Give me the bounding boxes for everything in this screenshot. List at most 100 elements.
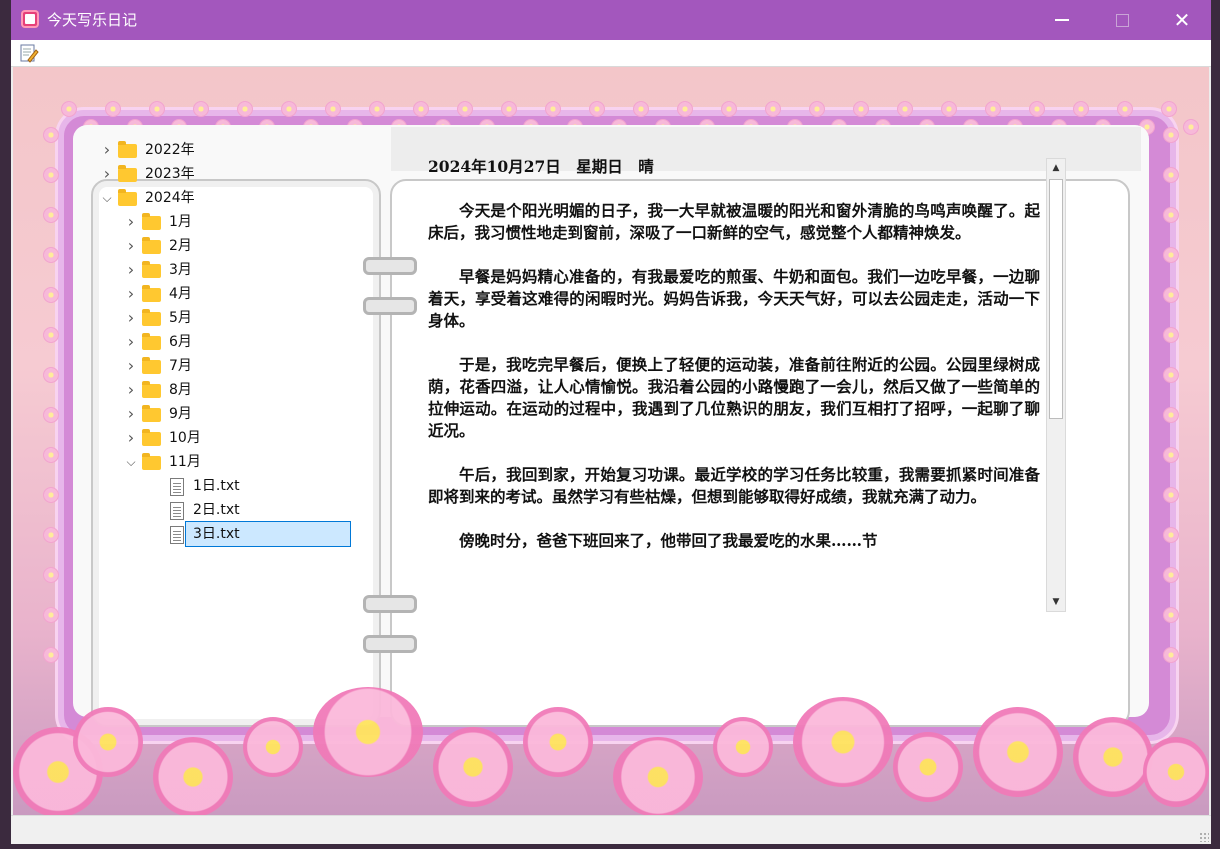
flower-decoration xyxy=(1183,119,1199,135)
text-file-icon xyxy=(170,478,184,496)
flower-decoration xyxy=(1163,167,1179,183)
flower-decoration xyxy=(853,101,869,117)
diary-folder-tree: › 2022年 › 2023年 ⌵ 2024年 › 1月 › 2月 › 3月 › 4月 › 5月 › 6月 › 7月 ›… xyxy=(96,138,356,547)
vertical-scrollbar[interactable]: ▲ ▼ xyxy=(1046,158,1066,612)
chevron-right-icon[interactable]: › xyxy=(124,306,138,330)
flower-decoration xyxy=(43,567,59,583)
diary-paragraph: 傍晚时分，爸爸下班回来了，他带回了我最爱吃的水果……节 xyxy=(459,531,878,550)
flower-decoration xyxy=(1163,127,1179,143)
toolbar xyxy=(11,40,1211,67)
flower-decoration xyxy=(1163,607,1179,623)
chevron-right-icon[interactable]: › xyxy=(124,354,138,378)
tree-item-year[interactable]: › 2022年 xyxy=(96,138,356,162)
flower-decoration xyxy=(43,407,59,423)
tree-item-label: 10月 xyxy=(169,430,201,446)
tree-item-label: 3日.txt xyxy=(193,526,240,542)
flower-decoration xyxy=(1029,101,1045,117)
flower-decoration xyxy=(1161,101,1177,117)
tree-item-month[interactable]: › 4月 xyxy=(96,282,356,306)
scroll-thumb[interactable] xyxy=(1049,179,1063,419)
tree-item-month[interactable]: › 6月 xyxy=(96,330,356,354)
folder-icon xyxy=(142,237,161,254)
folder-icon xyxy=(118,165,137,182)
tree-item-file[interactable]: 2日.txt xyxy=(96,498,356,522)
tree-item-label: 1月 xyxy=(169,214,192,230)
tree-item-month[interactable]: › 1月 xyxy=(96,210,356,234)
chevron-right-icon[interactable]: › xyxy=(100,138,114,162)
tree-item-month[interactable]: › 3月 xyxy=(96,258,356,282)
flower-decoration xyxy=(149,101,165,117)
tree-item-month[interactable]: › 8月 xyxy=(96,378,356,402)
flower-decoration xyxy=(43,447,59,463)
chevron-right-icon[interactable]: › xyxy=(100,162,114,186)
flower-decoration xyxy=(941,101,957,117)
tree-item-month[interactable]: › 9月 xyxy=(96,402,356,426)
flower-decoration xyxy=(1163,407,1179,423)
flower-decoration xyxy=(677,101,693,117)
tree-item-label: 2022年 xyxy=(145,142,195,158)
tree-item-year[interactable]: ⌵ 2024年 xyxy=(96,186,356,210)
diary-paragraphs: 今天是个阳光明媚的日子，我一大早就被温暖的阳光和窗外清脆的鸟鸣声唤醒了。起床后，… xyxy=(428,200,1040,552)
flower-decoration xyxy=(501,101,517,117)
window-title: 今天写乐日记 xyxy=(47,11,138,29)
chevron-down-icon[interactable]: ⌵ xyxy=(124,450,138,474)
tree-item-month[interactable]: › 10月 xyxy=(96,426,356,450)
binder-ring xyxy=(363,297,417,315)
folder-icon xyxy=(142,261,161,278)
flower-decoration xyxy=(1163,207,1179,223)
tree-item-month[interactable]: ⌵ 11月 xyxy=(96,450,356,474)
flower-decoration xyxy=(1117,101,1133,117)
scroll-up-arrow-icon[interactable]: ▲ xyxy=(1047,159,1065,177)
bottom-flower-decoration xyxy=(13,687,1209,815)
maximize-icon xyxy=(1115,13,1129,27)
tree-item-file[interactable]: 1日.txt xyxy=(96,474,356,498)
tree-item-month[interactable]: › 5月 xyxy=(96,306,356,330)
chevron-right-icon[interactable]: › xyxy=(124,402,138,426)
chevron-right-icon[interactable]: › xyxy=(124,210,138,234)
resize-grip-icon[interactable] xyxy=(1199,832,1209,842)
diary-paragraph: 午后，我回到家，开始复习功课。最近学校的学习任务比较重，我需要抓紧时间准备即将到… xyxy=(428,465,1040,506)
chevron-right-icon[interactable]: › xyxy=(124,426,138,450)
chevron-right-icon[interactable]: › xyxy=(124,234,138,258)
tree-item-label: 3月 xyxy=(169,262,192,278)
minimize-button[interactable] xyxy=(1033,0,1091,40)
tree-item-label: 8月 xyxy=(169,382,192,398)
text-file-icon xyxy=(170,526,184,544)
flower-decoration xyxy=(43,487,59,503)
binder-ring xyxy=(363,257,417,275)
folder-icon xyxy=(118,189,137,206)
chevron-down-icon[interactable]: ⌵ xyxy=(100,186,114,210)
flower-decoration xyxy=(43,647,59,663)
chevron-right-icon[interactable]: › xyxy=(124,258,138,282)
tree-item-month[interactable]: › 2月 xyxy=(96,234,356,258)
tree-item-year[interactable]: › 2023年 xyxy=(96,162,356,186)
flower-decoration xyxy=(43,527,59,543)
maximize-button[interactable] xyxy=(1093,0,1151,40)
chevron-right-icon[interactable]: › xyxy=(124,330,138,354)
folder-icon xyxy=(142,405,161,422)
flower-decoration xyxy=(61,101,77,117)
edit-notepad-icon[interactable] xyxy=(19,43,39,63)
tree-item-month[interactable]: › 7月 xyxy=(96,354,356,378)
flower-decoration xyxy=(1163,447,1179,463)
folder-icon xyxy=(142,285,161,302)
flower-decoration xyxy=(1163,367,1179,383)
title-bar[interactable]: 今天写乐日记 ✕ xyxy=(11,0,1211,40)
folder-icon xyxy=(142,357,161,374)
close-button[interactable]: ✕ xyxy=(1153,0,1211,40)
diary-text-area[interactable]: 2024年10月27日 星期日 晴 今天是个阳光明媚的日子，我一大早就被温暖的阳… xyxy=(428,156,1040,610)
tree-item-label: 11月 xyxy=(169,454,201,470)
chevron-right-icon[interactable]: › xyxy=(124,378,138,402)
tree-item-file[interactable]: 3日.txt xyxy=(170,521,351,547)
flower-decoration xyxy=(237,101,253,117)
flower-decoration xyxy=(589,101,605,117)
flower-decoration xyxy=(43,207,59,223)
flower-decoration xyxy=(1163,647,1179,663)
flower-decoration xyxy=(721,101,737,117)
flower-decoration xyxy=(985,101,1001,117)
flower-decoration xyxy=(43,127,59,143)
scroll-down-arrow-icon[interactable]: ▼ xyxy=(1047,593,1065,611)
folder-icon xyxy=(142,213,161,230)
tree-item-label: 9月 xyxy=(169,406,192,422)
chevron-right-icon[interactable]: › xyxy=(124,282,138,306)
